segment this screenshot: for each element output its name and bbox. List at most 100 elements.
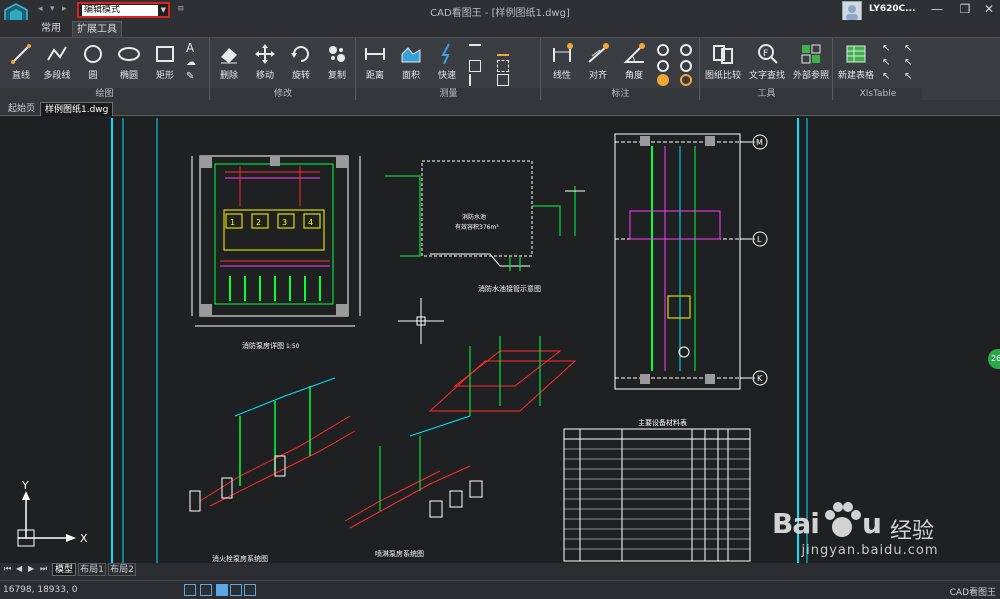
- cad-app-window: ◂ ▾ ▸ 编辑模式 ▼ ≡ CAD看图王 - [样例图纸1.dwg] LY62…: [0, 0, 1000, 599]
- erase-tool-label: 删除: [219, 71, 238, 81]
- iso-left-title: 消火栓泵房系统图: [212, 554, 268, 563]
- table-cursor-icon[interactable]: ↖: [882, 43, 894, 55]
- group-modify-label: 修改: [211, 88, 355, 100]
- linear-dim-button[interactable]: 线性: [544, 42, 580, 84]
- nav-last-icon[interactable]: ⏭: [40, 564, 47, 574]
- nav-next-icon[interactable]: ▶: [28, 564, 34, 573]
- radius-dim-icon[interactable]: [657, 44, 669, 56]
- text-find-button[interactable]: F 文字查找: [747, 42, 787, 84]
- group-tools-label: 工具: [701, 88, 832, 100]
- table-cursor-icon-6[interactable]: ↖: [904, 71, 916, 83]
- drawing-compare-button[interactable]: 图纸比较: [703, 42, 743, 84]
- eraser-icon: [221, 48, 237, 64]
- maximize-button[interactable]: ❐: [952, 0, 978, 18]
- minimize-button[interactable]: —: [924, 0, 950, 18]
- snap-icon[interactable]: [216, 584, 228, 596]
- leader-dim-icon[interactable]: [680, 60, 692, 72]
- group-measure-label: 测量: [357, 88, 540, 100]
- measure-arc-icon[interactable]: [469, 44, 481, 56]
- circle-tool-button[interactable]: 圆: [75, 42, 111, 84]
- rectangle-icon: [156, 46, 174, 62]
- quick-measure-label: 快速: [437, 71, 456, 81]
- avatar[interactable]: [842, 1, 862, 21]
- user-account[interactable]: LY620C...: [842, 0, 916, 21]
- erase-tool-button[interactable]: 删除: [211, 42, 247, 84]
- doc-tab-drawing[interactable]: 样例图纸1.dwg: [40, 102, 114, 116]
- cloud-tool-icon[interactable]: ☁: [186, 57, 198, 69]
- line-icon: [11, 44, 31, 64]
- angle-dimension-icon: [623, 43, 645, 63]
- measure-coordinate-icon[interactable]: [469, 74, 481, 86]
- quick-measure-button[interactable]: 快速: [429, 42, 465, 84]
- area-tool-button[interactable]: 面积: [393, 42, 429, 84]
- layout-tab-1[interactable]: 布局1: [78, 563, 106, 576]
- coordinate-dim-icon[interactable]: [680, 44, 692, 56]
- svg-text:4: 4: [308, 218, 313, 227]
- tab-common[interactable]: 常用: [36, 21, 66, 37]
- table-cursor-icon-3[interactable]: ↖: [882, 71, 894, 83]
- aligned-dimension-icon: [588, 43, 609, 63]
- angle-dim-button[interactable]: 角度: [616, 42, 652, 84]
- move-tool-label: 移动: [255, 71, 274, 81]
- copy-tool-label: 复制: [327, 71, 346, 81]
- right-elevation-view: [614, 133, 768, 390]
- table-cursor-icon-5[interactable]: ↖: [904, 57, 916, 69]
- group-xlstable-label: XlsTable: [834, 88, 922, 100]
- crosshair-cursor: [398, 298, 444, 344]
- materials-table: [563, 428, 751, 562]
- new-table-button[interactable]: 新建表格: [836, 42, 876, 84]
- rectangle-tool-button[interactable]: 矩形: [147, 42, 183, 84]
- zoom-icon[interactable]: [184, 584, 196, 596]
- xref-button[interactable]: 外部参照: [791, 42, 831, 84]
- watermark-cn: 经验: [890, 519, 935, 544]
- table-cursor-icon-2[interactable]: ↖: [882, 57, 894, 69]
- paw-icon: [825, 502, 861, 537]
- copy-tool-button[interactable]: 复制: [319, 42, 355, 84]
- ortho-icon[interactable]: [230, 584, 242, 596]
- move-tool-button[interactable]: 移动: [247, 42, 283, 84]
- aligned-dim-button[interactable]: 对齐: [580, 42, 616, 84]
- status-app-name: CAD看图王: [949, 588, 996, 598]
- iso-center-title: 喷淋泵房系统图: [375, 549, 424, 558]
- circle-tool-label: 圆: [88, 71, 98, 81]
- close-button[interactable]: ✕: [976, 0, 1000, 18]
- distance-icon: [365, 48, 385, 60]
- rotate-icon: [291, 46, 309, 62]
- polyline-tool-button[interactable]: 多段线: [39, 42, 75, 84]
- ellipse-icon: [118, 47, 140, 61]
- nav-first-icon[interactable]: ⏮: [4, 564, 11, 574]
- distance-tool-button[interactable]: 距离: [357, 42, 393, 84]
- linear-dimension-icon: [553, 43, 573, 62]
- group-measure: 距离 面积 快速 测量: [357, 38, 541, 101]
- nav-prev-icon[interactable]: ◀: [16, 564, 22, 573]
- text-tool-icon[interactable]: A: [186, 42, 198, 54]
- ucs-x-label: X: [80, 532, 88, 545]
- rotate-tool-button[interactable]: 旋转: [283, 42, 319, 84]
- svg-text:F: F: [763, 49, 768, 59]
- continue-dim-icon[interactable]: [680, 74, 692, 86]
- fullscreen-icon[interactable]: [244, 584, 256, 596]
- watermark-brand-u: u: [862, 507, 882, 540]
- isometric-left: [189, 377, 356, 512]
- doc-tab-start[interactable]: 起始页: [4, 102, 39, 116]
- area-icon: [401, 47, 421, 63]
- measure-perimeter-icon[interactable]: [497, 60, 509, 72]
- sketch-tool-icon[interactable]: ✎: [186, 71, 198, 83]
- diameter-dim-icon[interactable]: [657, 60, 669, 72]
- pan-icon[interactable]: [200, 584, 212, 596]
- circle-icon: [84, 45, 102, 63]
- layout-tab-model[interactable]: 模型: [52, 563, 76, 576]
- xref-label: 外部参照: [792, 71, 829, 81]
- linear-dim-label: 线性: [552, 71, 571, 81]
- rectangle-tool-label: 矩形: [155, 71, 174, 81]
- arc-length-dim-icon[interactable]: [657, 74, 669, 86]
- table-cursor-icon-4[interactable]: ↖: [904, 43, 916, 55]
- measure-stats-icon[interactable]: [497, 74, 509, 86]
- measure-radius-icon[interactable]: [469, 60, 481, 72]
- line-tool-button[interactable]: 直线: [3, 42, 39, 84]
- ellipse-tool-button[interactable]: 椭圆: [111, 42, 147, 84]
- tab-extended-tools[interactable]: 扩展工具: [72, 21, 122, 37]
- layout-tab-2[interactable]: 布局2: [108, 563, 136, 576]
- axis-l-label: L: [757, 235, 762, 244]
- measure-angle-icon[interactable]: [497, 44, 509, 56]
